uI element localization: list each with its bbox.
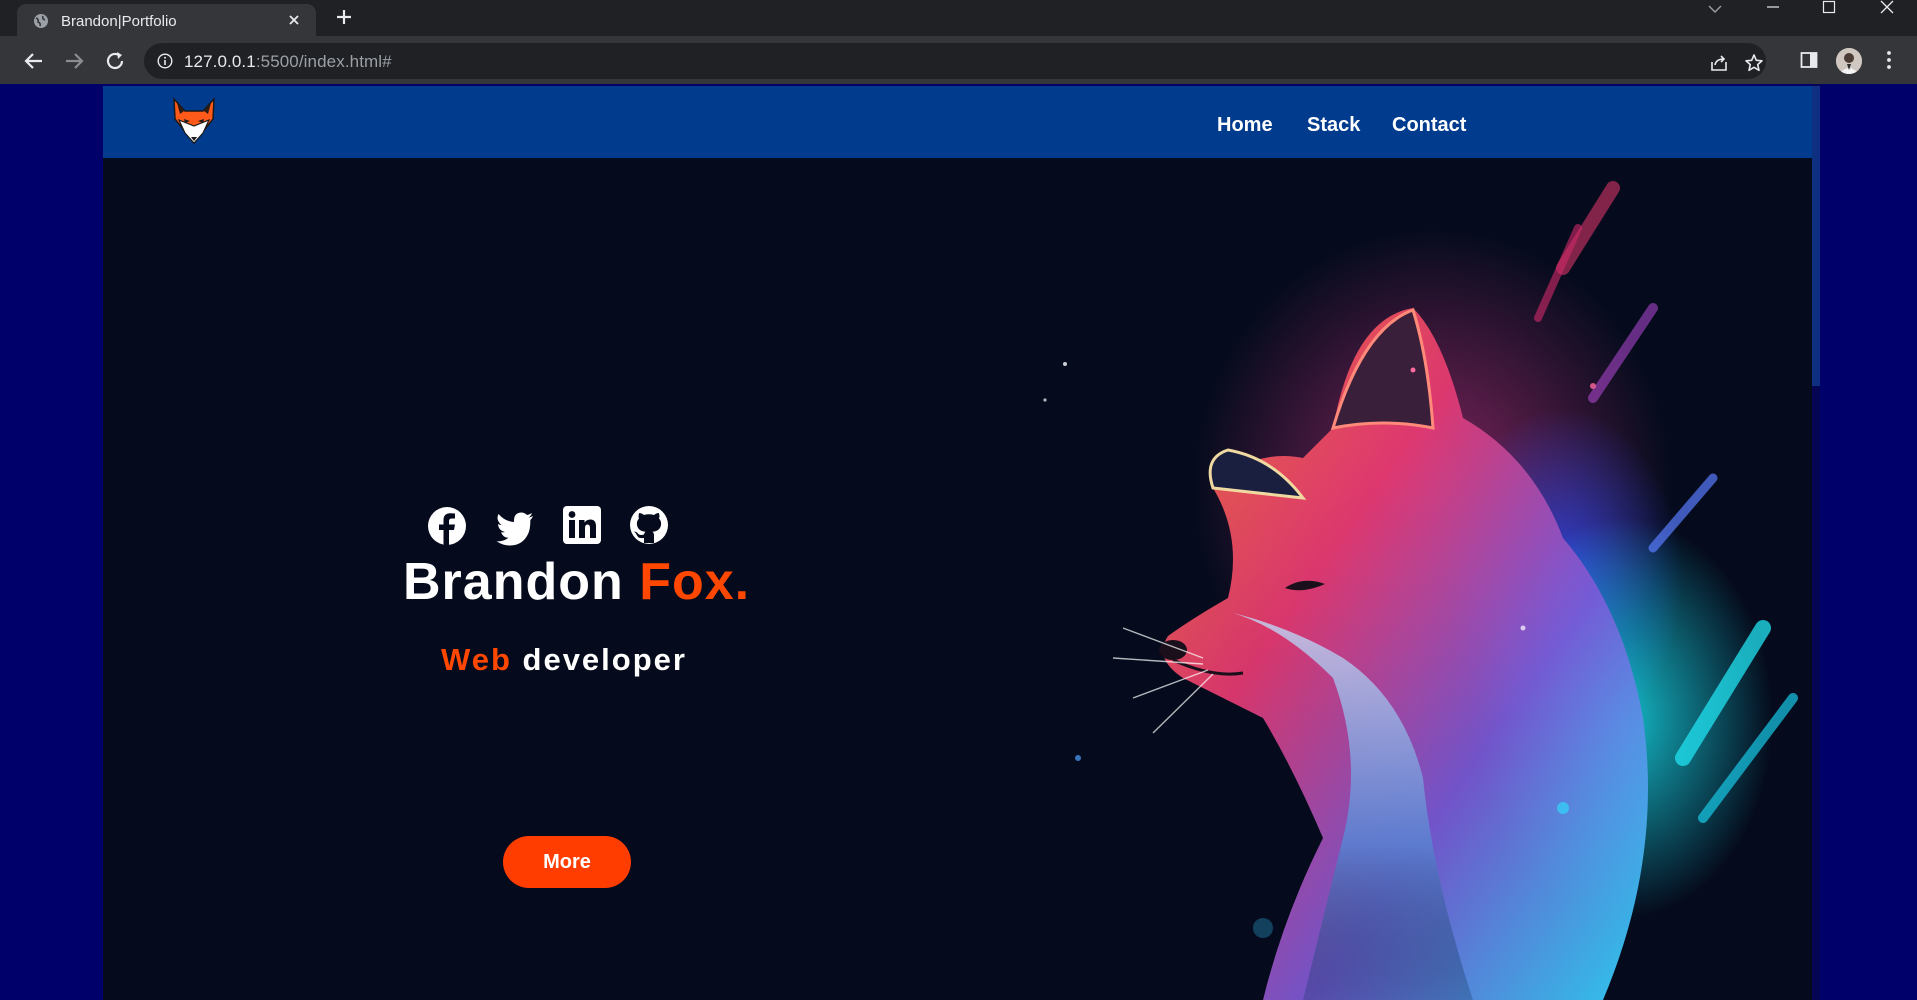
facebook-icon[interactable] [427,506,467,546]
hero-first-name: Brandon [403,553,624,611]
reload-icon[interactable] [104,50,126,72]
menu-kebab-icon[interactable] [1885,50,1893,70]
close-tab-icon[interactable] [286,12,302,28]
neon-fox-illustration [1043,181,1798,1000]
back-arrow-icon[interactable] [23,50,45,72]
github-icon[interactable] [629,505,669,545]
site-info-icon[interactable] [157,53,173,69]
site-navbar: Home Stack Contact [103,86,1812,158]
new-tab-icon[interactable] [334,7,354,27]
hero-role: Web developer [441,642,687,678]
scrollbar-thumb[interactable] [1812,86,1820,386]
address-bar[interactable]: 127.0.0.1:5500/index.html# [144,43,1766,79]
hero-last-name: Fox. [639,553,751,611]
url-text[interactable]: 127.0.0.1:5500/index.html# [184,52,392,72]
browser-tab-bar: Brandon|Portfolio [0,0,1917,36]
share-icon[interactable] [1709,53,1729,73]
more-button[interactable]: More [503,836,631,888]
bookmark-star-icon[interactable] [1744,53,1764,73]
nav-stack-link[interactable]: Stack [1307,114,1360,137]
forward-arrow-icon[interactable] [63,50,85,72]
minimize-icon[interactable] [1766,2,1780,14]
fox-logo-icon[interactable] [169,93,219,147]
close-window-icon[interactable] [1880,0,1894,14]
hero-role-rest: developer [522,642,687,677]
hero-name: Brandon Fox. [403,552,750,612]
browser-tab[interactable]: Brandon|Portfolio [17,4,316,36]
browser-toolbar: 127.0.0.1:5500/index.html# [0,36,1917,84]
globe-icon [34,14,48,28]
profile-photo-icon [1836,48,1862,74]
nav-home-link[interactable]: Home [1217,114,1273,137]
tab-title: Brandon|Portfolio [61,13,177,30]
tab-search-icon[interactable] [1707,3,1723,15]
portfolio-site: Home Stack Contact Brandon Fox. Web deve… [103,86,1812,1000]
twitter-icon[interactable] [495,508,535,548]
maximize-icon[interactable] [1822,0,1836,14]
linkedin-icon[interactable] [562,505,602,545]
nav-contact-link[interactable]: Contact [1392,114,1466,137]
profile-avatar[interactable] [1836,48,1862,74]
side-panel-icon[interactable] [1800,51,1818,69]
hero-role-accent: Web [441,642,512,677]
